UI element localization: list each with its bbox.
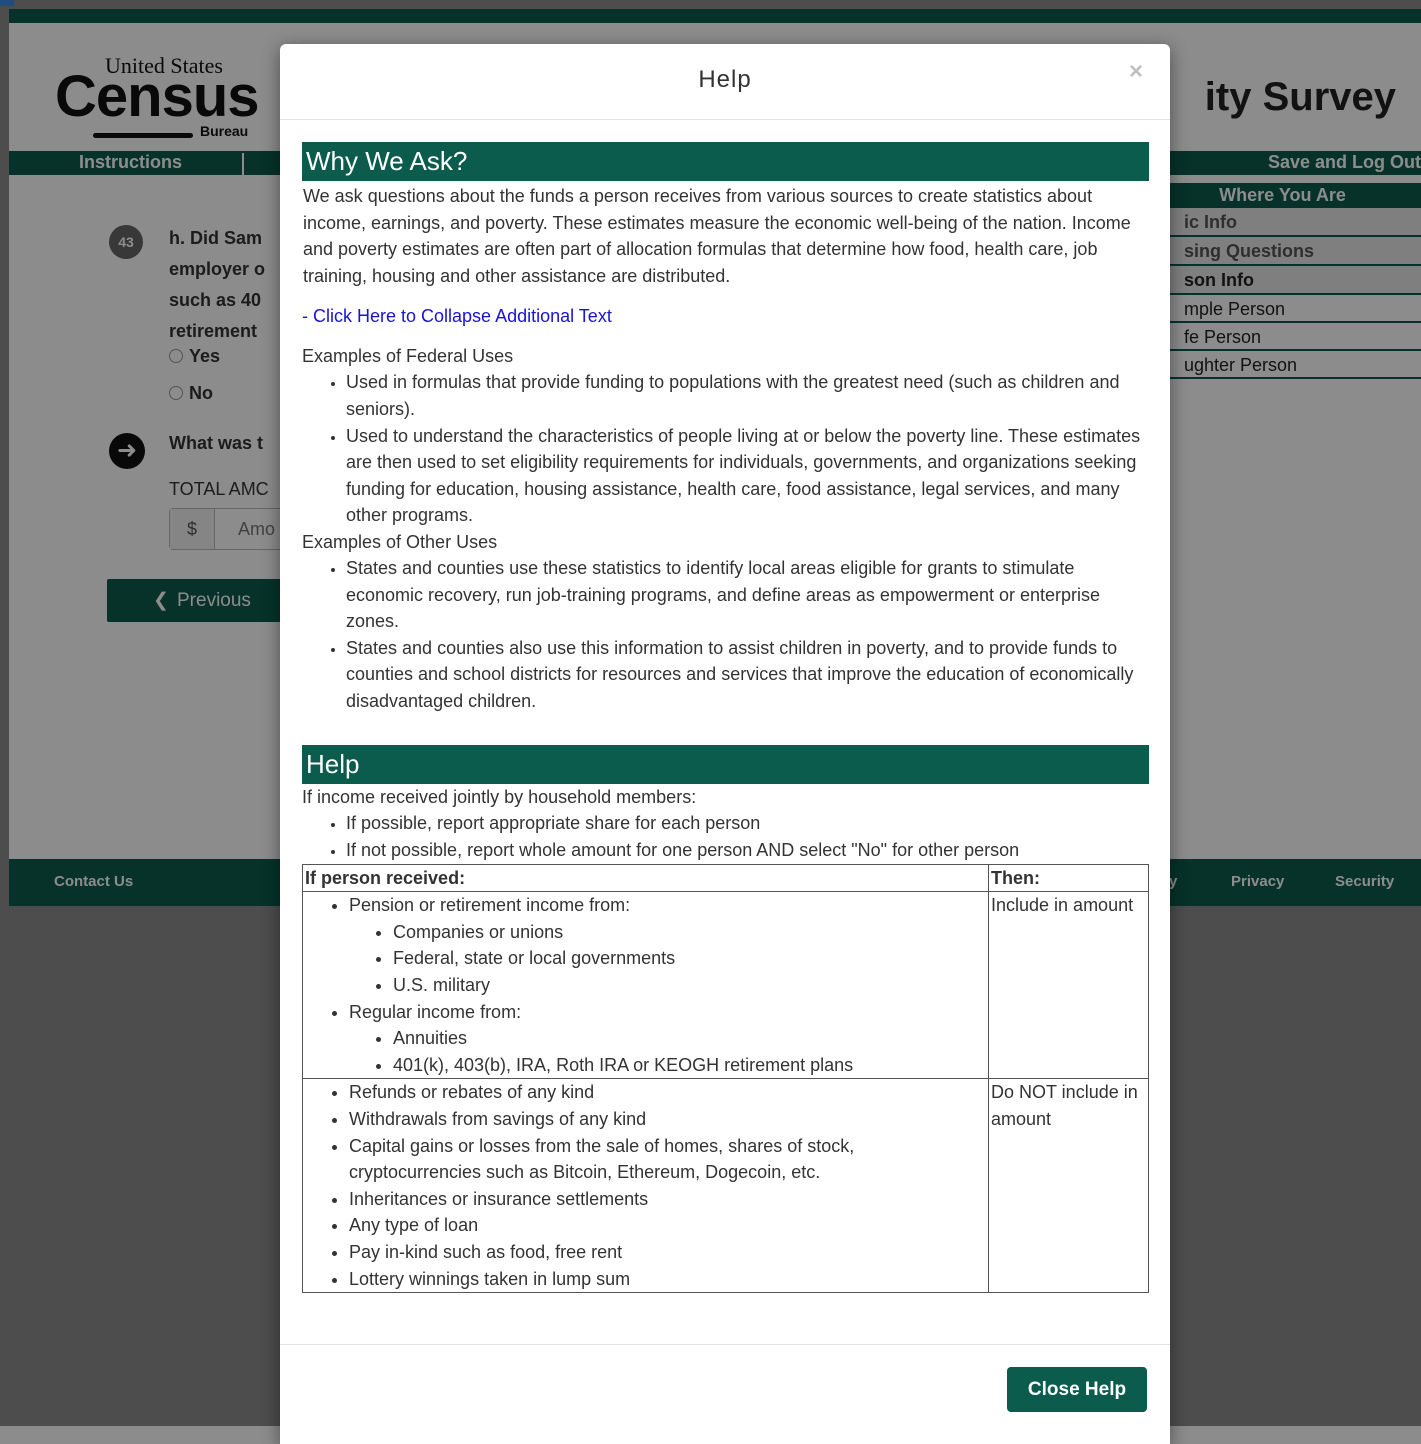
federal-uses-list: Used in formulas that provide funding to… [302, 369, 1149, 529]
list-item: Used to understand the characteristics o… [346, 423, 1149, 529]
why-we-ask-heading: Why We Ask? [302, 142, 1149, 181]
list-item: Companies or unions [393, 919, 986, 946]
regular-income-label: Regular income from: [349, 1001, 522, 1022]
close-icon[interactable]: × [1129, 58, 1143, 86]
table-row: Refunds or rebates of any kind Withdrawa… [302, 1078, 1149, 1294]
help-modal: Help × Why We Ask? We ask questions abou… [280, 44, 1170, 1444]
list-item: Capital gains or losses from the sale of… [349, 1133, 986, 1186]
list-item: States and counties use these statistics… [346, 555, 1149, 635]
why-we-ask-text: We ask questions about the funds a perso… [303, 186, 1131, 286]
table-header-row: If person received: Then: [302, 864, 1149, 893]
modal-title: Help [698, 66, 752, 93]
list-item: If possible, report appropriate share fo… [346, 810, 1149, 837]
help-intro: If income received jointly by household … [302, 786, 697, 807]
modal-body: Why We Ask? We ask questions about the f… [302, 142, 1149, 1294]
collapse-text-link[interactable]: - Click Here to Collapse Additional Text [302, 303, 1149, 329]
list-item: Any type of loan [349, 1212, 986, 1239]
list-item: Used in formulas that provide funding to… [346, 369, 1149, 422]
other-uses-list: States and counties use these statistics… [302, 555, 1149, 715]
other-uses-heading: Examples of Other Uses [302, 531, 498, 552]
list-item: If not possible, report whole amount for… [346, 837, 1149, 864]
modal-footer-divider [280, 1344, 1170, 1345]
table-cell: Pension or retirement income from: Compa… [302, 891, 989, 1080]
list-item: U.S. military [393, 972, 986, 999]
help-bullets: If possible, report appropriate share fo… [302, 810, 1149, 863]
help-heading: Help [302, 744, 1149, 784]
list-item: Pension or retirement income from: Compa… [349, 892, 986, 998]
list-item: Pay in-kind such as food, free rent [349, 1239, 986, 1266]
list-item: Federal, state or local governments [393, 945, 986, 972]
list-item: Lottery winnings taken in lump sum [349, 1266, 986, 1293]
list-item: Inheritances or insurance settlements [349, 1186, 986, 1213]
list-item: 401(k), 403(b), IRA, Roth IRA or KEOGH r… [393, 1052, 986, 1079]
modal-header: Help × [280, 44, 1170, 120]
table-cell: Do NOT include in amount [988, 1078, 1149, 1294]
federal-uses-heading: Examples of Federal Uses [302, 346, 514, 367]
table-header-cell: Then: [988, 864, 1149, 893]
table-cell: Refunds or rebates of any kind Withdrawa… [302, 1078, 989, 1294]
table-row: Pension or retirement income from: Compa… [302, 891, 1149, 1080]
list-item: Refunds or rebates of any kind [349, 1079, 986, 1106]
list-item: Withdrawals from savings of any kind [349, 1106, 986, 1133]
list-item: States and counties also use this inform… [346, 635, 1149, 715]
table-cell: Include in amount [988, 891, 1149, 1080]
list-item: Regular income from: Annuities 401(k), 4… [349, 999, 986, 1079]
pension-label: Pension or retirement income from: [349, 895, 631, 916]
help-table: If person received: Then: Pension or ret… [302, 864, 1149, 1294]
close-help-button[interactable]: Close Help [1007, 1367, 1147, 1412]
table-header-cell: If person received: [302, 864, 989, 893]
list-item: Annuities [393, 1025, 986, 1052]
